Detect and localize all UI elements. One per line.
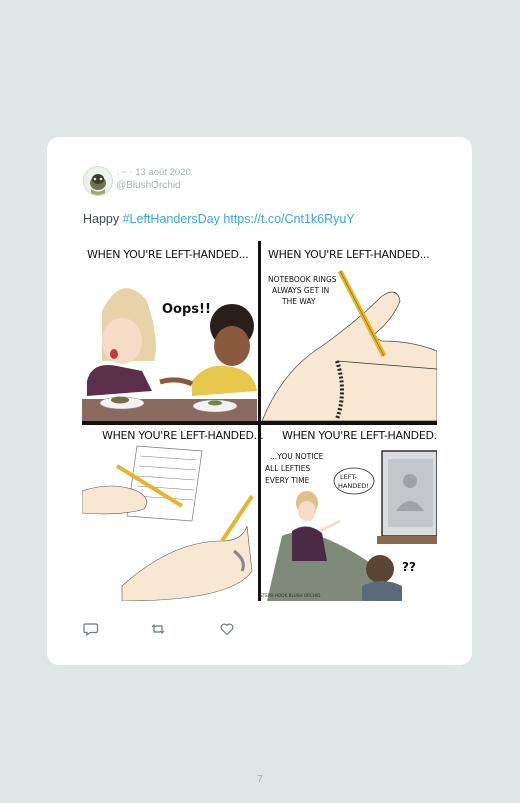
- panel-2-title: WHEN YOU'RE LEFT-HANDED...: [268, 248, 429, 261]
- tweet-text: Happy #LeftHandersDay https://t.co/Cnt1k…: [83, 212, 355, 226]
- avatar-image: [84, 167, 112, 195]
- reply-icon[interactable]: [83, 621, 99, 637]
- panel-2-caption-line-2: ALWAYS GET IN: [272, 286, 329, 295]
- panel-4-caption-line-3: EVERY TIME: [265, 476, 310, 485]
- tweet-meta: . ~ · 13 août 2020: [116, 167, 191, 178]
- panel-4-title: WHEN YOU'RE LEFT-HANDED...: [282, 429, 437, 442]
- comic-image[interactable]: WHEN YOU'RE LEFT-HANDED... Oops!! WHEN Y…: [82, 241, 437, 601]
- heart-icon[interactable]: [219, 621, 235, 637]
- user-handle[interactable]: @BlushOrchid: [116, 180, 181, 191]
- tweet-card: . ~ · 13 août 2020 @BlushOrchid Happy #L…: [47, 137, 472, 665]
- panel-4-bubble-line-2: HANDED!: [338, 482, 369, 490]
- panel-4-bubble-line-1: LEFT-: [340, 473, 358, 481]
- url-link[interactable]: https://t.co/Cnt1k6RyuY: [223, 212, 354, 226]
- panel-1-speech: Oops!!: [162, 302, 211, 317]
- panel-2-caption-line-3: THE WAY: [281, 297, 316, 306]
- comic-credit: STEPH HOOK BLUSH ORCHID: [260, 593, 320, 598]
- tweet-text-prefix: Happy: [83, 212, 123, 226]
- avatar[interactable]: [83, 166, 113, 196]
- panel-3-title: WHEN YOU'RE LEFT-HANDED...: [102, 429, 263, 442]
- panel-4-caption-line-1: ...YOU NOTICE: [270, 452, 324, 461]
- retweet-icon[interactable]: [150, 621, 166, 637]
- panel-2-caption-line-1: NOTEBOOK RINGS: [268, 275, 337, 284]
- panel-4-caption-line-2: ALL LEFTIES: [265, 464, 311, 473]
- page-number: 7: [257, 774, 263, 785]
- panel-1-title: WHEN YOU'RE LEFT-HANDED...: [87, 248, 248, 261]
- hashtag-link[interactable]: #LeftHandersDay: [123, 212, 220, 226]
- panel-4-question: ??: [402, 560, 416, 574]
